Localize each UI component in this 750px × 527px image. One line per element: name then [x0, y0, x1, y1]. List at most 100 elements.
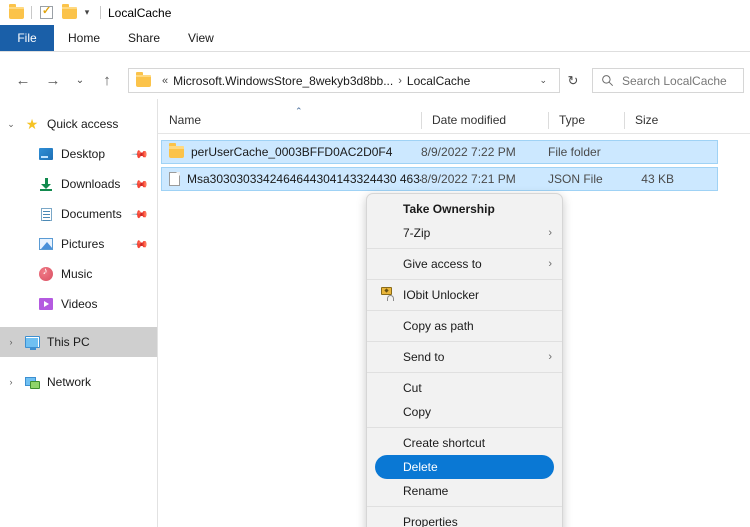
tab-file[interactable]: File	[0, 25, 54, 51]
file-name-label: Msa3030303342464644304143324430 4634...	[187, 172, 421, 186]
sidebar-item-videos[interactable]: Videos	[0, 289, 157, 319]
column-header-size[interactable]: Size	[624, 107, 702, 134]
cell-size	[618, 141, 678, 163]
sidebar-item-label: Desktop	[61, 147, 106, 161]
breadcrumb-dropdown-icon[interactable]: ⌄	[531, 75, 555, 86]
breadcrumb-overflow-icon[interactable]: «	[157, 75, 173, 87]
table-row[interactable]: Msa3030303342464644304143324430 4634... …	[161, 167, 718, 191]
chevron-right-icon: ›	[548, 258, 552, 270]
chevron-right-icon[interactable]: ›	[0, 377, 22, 387]
menu-item-copy-as-path[interactable]: Copy as path	[367, 314, 562, 338]
menu-item-copy[interactable]: Copy	[367, 400, 562, 424]
column-headers: ⌃ Name Date modified Type Size	[158, 106, 750, 134]
address-bar: ← → ⌄ ↑ « Microsoft.WindowsStore_8wekyb3…	[0, 62, 750, 99]
cell-name: Msa3030303342464644304143324430 4634...	[162, 168, 421, 190]
new-folder-icon[interactable]	[60, 3, 79, 22]
menu-item-label: Send to	[403, 350, 445, 364]
chevron-down-icon[interactable]: ⌄	[0, 119, 22, 130]
column-header-date-modified[interactable]: Date modified	[421, 107, 548, 134]
back-button[interactable]: ←	[8, 66, 38, 96]
cell-date-modified: 8/9/2022 7:21 PM	[421, 172, 516, 186]
search-box[interactable]: Search LocalCache	[592, 68, 744, 93]
videos-icon	[36, 298, 56, 310]
forward-button[interactable]: →	[38, 66, 68, 96]
network-icon	[22, 376, 42, 389]
chevron-down-glyph: ▾	[84, 7, 90, 17]
breadcrumb[interactable]: « Microsoft.WindowsStore_8wekyb3d8bb... …	[128, 68, 560, 93]
menu-separator	[367, 248, 562, 249]
file-name-label: perUserCache_0003BFFD0AC2D0F4	[191, 145, 393, 159]
column-header-name[interactable]: Name	[158, 107, 421, 134]
tab-share[interactable]: Share	[114, 25, 174, 51]
column-header-type[interactable]: Type	[548, 107, 624, 134]
sidebar-item-documents[interactable]: Documents 📌	[0, 199, 157, 229]
menu-item-cut[interactable]: Cut	[367, 376, 562, 400]
context-menu: Take Ownership 7-Zip › Give access to › …	[366, 193, 563, 527]
cell-name: perUserCache_0003BFFD0AC2D0F4	[162, 141, 421, 163]
menu-item-take-ownership[interactable]: Take Ownership	[367, 197, 562, 221]
documents-icon	[36, 207, 56, 221]
menu-item-give-access-to[interactable]: Give access to ›	[367, 252, 562, 276]
folder-icon[interactable]	[7, 3, 26, 22]
star-icon: ★	[25, 116, 39, 132]
sidebar-item-label: This PC	[47, 335, 90, 349]
menu-item-create-shortcut[interactable]: Create shortcut	[367, 431, 562, 455]
menu-item-rename[interactable]: Rename	[367, 479, 562, 503]
pin-icon[interactable]: 📌	[131, 235, 150, 253]
window-title: LocalCache	[108, 5, 172, 20]
tab-view[interactable]: View	[174, 25, 228, 51]
navigation-pane: ⌄ ★ Quick access Desktop 📌 Downloads 📌 D…	[0, 99, 157, 527]
ribbon-tabs: File Home Share View	[0, 25, 750, 51]
properties-icon[interactable]	[37, 3, 56, 22]
chevron-right-icon[interactable]: ›	[0, 337, 22, 347]
refresh-button[interactable]: ↻	[560, 68, 586, 93]
sidebar-item-pictures[interactable]: Pictures 📌	[0, 229, 157, 259]
qat-divider-2	[100, 6, 101, 19]
search-icon	[602, 75, 614, 87]
sidebar-item-desktop[interactable]: Desktop 📌	[0, 139, 157, 169]
chevron-right-icon: ›	[548, 351, 552, 363]
menu-item-label: Give access to	[403, 257, 482, 271]
menu-item-send-to[interactable]: Send to ›	[367, 345, 562, 369]
search-input[interactable]: Search LocalCache	[622, 74, 727, 88]
menu-item-delete[interactable]: Delete	[375, 455, 554, 479]
pin-icon[interactable]: 📌	[131, 175, 150, 193]
menu-item-label: 7-Zip	[403, 226, 431, 240]
sidebar-item-downloads[interactable]: Downloads 📌	[0, 169, 157, 199]
breadcrumb-folder-icon	[136, 71, 151, 87]
chevron-right-icon: ›	[548, 227, 552, 239]
pin-icon[interactable]: 📌	[131, 145, 150, 163]
sidebar-item-label: Videos	[61, 297, 98, 311]
customize-dropdown-icon[interactable]: ▾	[79, 3, 95, 22]
breadcrumb-item-package[interactable]: Microsoft.WindowsStore_8wekyb3d8bb...	[173, 74, 393, 88]
sidebar-item-label: Music	[61, 267, 93, 281]
menu-item-properties[interactable]: Properties	[367, 510, 562, 527]
qat-divider	[31, 6, 32, 19]
sidebar-item-label: Downloads	[61, 177, 121, 191]
sidebar-item-this-pc[interactable]: › This PC	[0, 327, 157, 357]
sidebar-item-label: Network	[47, 375, 92, 389]
sidebar-item-music[interactable]: Music	[0, 259, 157, 289]
folder-icon	[169, 143, 184, 158]
menu-item-7-zip[interactable]: 7-Zip ›	[367, 221, 562, 245]
table-row[interactable]: perUserCache_0003BFFD0AC2D0F4 8/9/2022 7…	[161, 140, 718, 164]
this-pc-icon	[22, 336, 42, 350]
file-explorer-window: ▾ LocalCache File Home Share View ← → ⌄ …	[0, 0, 750, 527]
cell-type: File folder	[548, 145, 601, 159]
sidebar-item-quick-access[interactable]: ⌄ ★ Quick access	[0, 109, 157, 139]
menu-separator	[367, 372, 562, 373]
tab-home[interactable]: Home	[54, 25, 114, 51]
menu-separator	[367, 279, 562, 280]
pin-icon[interactable]: 📌	[131, 205, 150, 223]
desktop-icon	[36, 148, 56, 160]
downloads-icon	[36, 177, 56, 191]
sidebar-item-label: Quick access	[47, 117, 119, 131]
menu-item-iobit-unlocker[interactable]: IObit Unlocker	[367, 283, 562, 307]
breadcrumb-item-localcache[interactable]: LocalCache	[407, 74, 470, 88]
up-button[interactable]: ↑	[92, 66, 122, 96]
sidebar-item-label: Pictures	[61, 237, 105, 251]
cell-date-modified: 8/9/2022 7:22 PM	[421, 145, 516, 159]
sidebar-item-network[interactable]: › Network	[0, 367, 157, 397]
music-icon	[36, 266, 56, 281]
recent-locations-button[interactable]: ⌄	[68, 66, 92, 96]
